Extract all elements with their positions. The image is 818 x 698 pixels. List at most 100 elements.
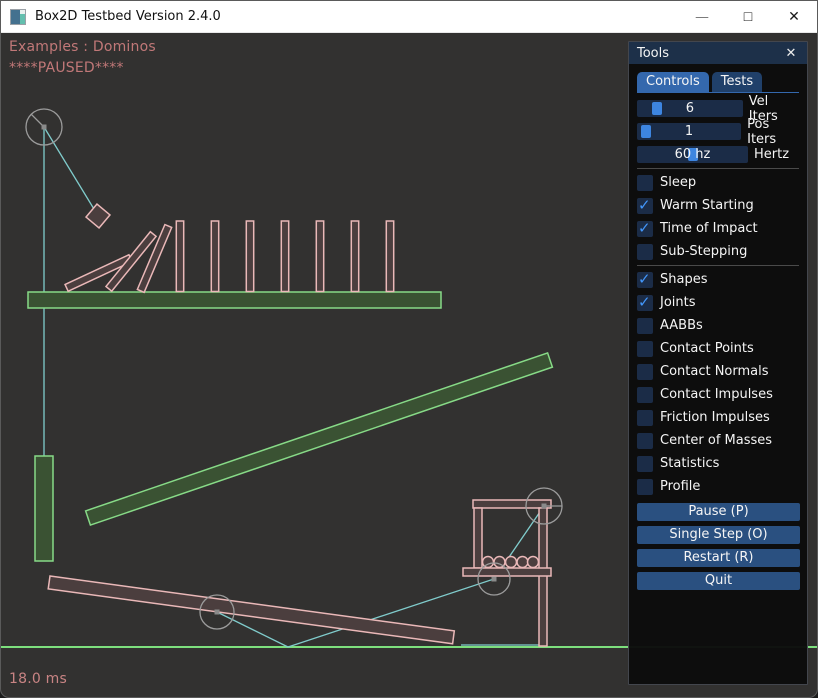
checkbox-aabbs[interactable] — [637, 318, 653, 334]
check-row-warm-starting: ✓ Warm Starting — [637, 194, 799, 217]
checkbox-label: Center of Masses — [660, 433, 772, 448]
check-icon: ✓ — [638, 270, 651, 288]
checkbox-contact-normals[interactable] — [637, 364, 653, 380]
body-origin-markers — [42, 125, 547, 615]
checkbox-friction-impulses[interactable] — [637, 410, 653, 426]
checkbox-label: Contact Points — [660, 341, 754, 356]
slider-value: 6 — [637, 101, 743, 116]
check-row-contact-impulses: Contact Impulses — [637, 383, 799, 406]
check-icon: ✓ — [638, 219, 651, 237]
check-row-sleep: Sleep — [637, 171, 799, 194]
domino[interactable] — [176, 221, 183, 292]
checkbox-label: Shapes — [660, 272, 707, 287]
slider-pos-iters[interactable]: 1 — [637, 123, 741, 140]
checkbox-time-of-impact[interactable]: ✓ — [637, 221, 653, 237]
seesaw-plank[interactable] — [48, 576, 454, 644]
cradle-ball[interactable] — [517, 557, 528, 568]
button-quit[interactable]: Quit — [637, 572, 800, 590]
dynamic-bodies[interactable] — [48, 204, 551, 646]
checkbox-label: Statistics — [660, 456, 719, 471]
checkbox-warm-starting[interactable]: ✓ — [637, 198, 653, 214]
domino[interactable] — [246, 221, 253, 292]
check-row-profile: Profile — [637, 475, 799, 498]
paused-status: ****PAUSED**** — [9, 60, 124, 76]
slider-vel-iters[interactable]: 6 — [637, 100, 743, 117]
domino[interactable] — [211, 221, 218, 292]
checkbox-center-of-masses[interactable] — [637, 433, 653, 449]
tools-panel-titlebar[interactable]: Tools ✕ — [629, 42, 807, 64]
checkbox-label: Contact Impulses — [660, 387, 773, 402]
maximize-button[interactable]: □ — [725, 1, 771, 32]
cradle-ball[interactable] — [528, 557, 539, 568]
tabbar: ControlsTests — [637, 70, 799, 93]
frame-time: 18.0 ms — [9, 671, 67, 687]
separator — [637, 265, 799, 266]
checkbox-sub-stepping[interactable] — [637, 244, 653, 260]
slider-label: Hertz — [754, 147, 789, 162]
app-window: Examples : Dominos ****PAUSED**** 18.0 m… — [0, 0, 818, 698]
domino[interactable] — [316, 221, 323, 292]
slider-hertz[interactable]: 60 hz — [637, 146, 748, 163]
checkbox-rows: Sleep ✓ Warm Starting ✓Time of Impact Sub-St… — [637, 171, 799, 498]
checkbox-label: Profile — [660, 479, 700, 494]
frame-left-leg[interactable] — [474, 508, 482, 568]
check-row-sub-stepping: Sub-Stepping — [637, 240, 799, 263]
tools-panel: Tools ✕ ControlsTests 6Vel Iters1Pos Ite… — [628, 41, 808, 685]
domino-shelf — [28, 292, 441, 308]
checkbox-sleep[interactable] — [637, 175, 653, 191]
cradle-ball[interactable] — [506, 557, 517, 568]
app-icon — [10, 9, 26, 25]
check-icon: ✓ — [638, 293, 651, 311]
os-titlebar: Box2D Testbed Version 2.4.0 —□✕ — [1, 1, 817, 33]
slider-label: Pos Iters — [747, 117, 799, 147]
frame-right-leg[interactable] — [539, 508, 547, 646]
checkbox-contact-points[interactable] — [637, 341, 653, 357]
slider-value: 1 — [637, 124, 741, 139]
tab-controls[interactable]: Controls — [637, 72, 709, 92]
checkbox-label: AABBs — [660, 318, 703, 333]
pendulum-swing-joint — [44, 127, 97, 214]
pendulum-bob[interactable] — [86, 204, 110, 228]
slider-value: 60 hz — [637, 147, 748, 162]
close-icon[interactable]: ✕ — [783, 46, 799, 61]
button-restart-r[interactable]: Restart (R) — [637, 549, 800, 567]
check-row-friction-impulses: Friction Impulses — [637, 406, 799, 429]
check-row-contact-normals: Contact Normals — [637, 360, 799, 383]
button-single-step-o[interactable]: Single Step (O) — [637, 526, 800, 544]
window-title: Box2D Testbed Version 2.4.0 — [35, 9, 221, 24]
checkbox-profile[interactable] — [637, 479, 653, 495]
example-title: Examples : Dominos — [9, 39, 156, 55]
button-pause-p[interactable]: Pause (P) — [637, 503, 800, 521]
frame-top-beam[interactable] — [473, 500, 551, 508]
check-row-shapes: ✓ Shapes — [637, 268, 799, 291]
domino[interactable] — [386, 221, 393, 292]
checkbox-label: Sleep — [660, 175, 696, 190]
checkbox-label: Joints — [660, 295, 696, 310]
slider-row-hertz: 60 hz Hertz — [637, 143, 799, 166]
check-row-time-of-impact: ✓Time of Impact — [637, 217, 799, 240]
slider-row-pos-iters: 1Pos Iters — [637, 120, 799, 143]
check-icon: ✓ — [638, 196, 651, 214]
separator — [637, 168, 799, 169]
checkbox-label: Sub-Stepping — [660, 244, 747, 259]
tools-panel-title: Tools — [637, 46, 783, 61]
panel-buttons: Pause (P) Single Step (O) Restart (R) Quit — [637, 503, 799, 590]
check-row-contact-points: Contact Points — [637, 337, 799, 360]
checkbox-contact-impulses[interactable] — [637, 387, 653, 403]
checkbox-label: Contact Normals — [660, 364, 769, 379]
check-row-center-of-masses: Center of Masses — [637, 429, 799, 452]
check-row-statistics: Statistics — [637, 452, 799, 475]
slider-rows: 6Vel Iters1Pos Iters60 hzHertz — [637, 97, 799, 166]
checkbox-label: Friction Impulses — [660, 410, 770, 425]
checkbox-label: Warm Starting — [660, 198, 754, 213]
check-row-joints: ✓ Joints — [637, 291, 799, 314]
checkbox-shapes[interactable]: ✓ — [637, 272, 653, 288]
checkbox-joints[interactable]: ✓ — [637, 295, 653, 311]
checkbox-statistics[interactable] — [637, 456, 653, 472]
domino[interactable] — [351, 221, 358, 292]
minimize-button[interactable]: — — [679, 1, 725, 32]
domino[interactable] — [281, 221, 288, 292]
close-button[interactable]: ✕ — [771, 1, 817, 32]
counterweight-box[interactable] — [35, 456, 53, 561]
tab-tests[interactable]: Tests — [712, 72, 762, 92]
